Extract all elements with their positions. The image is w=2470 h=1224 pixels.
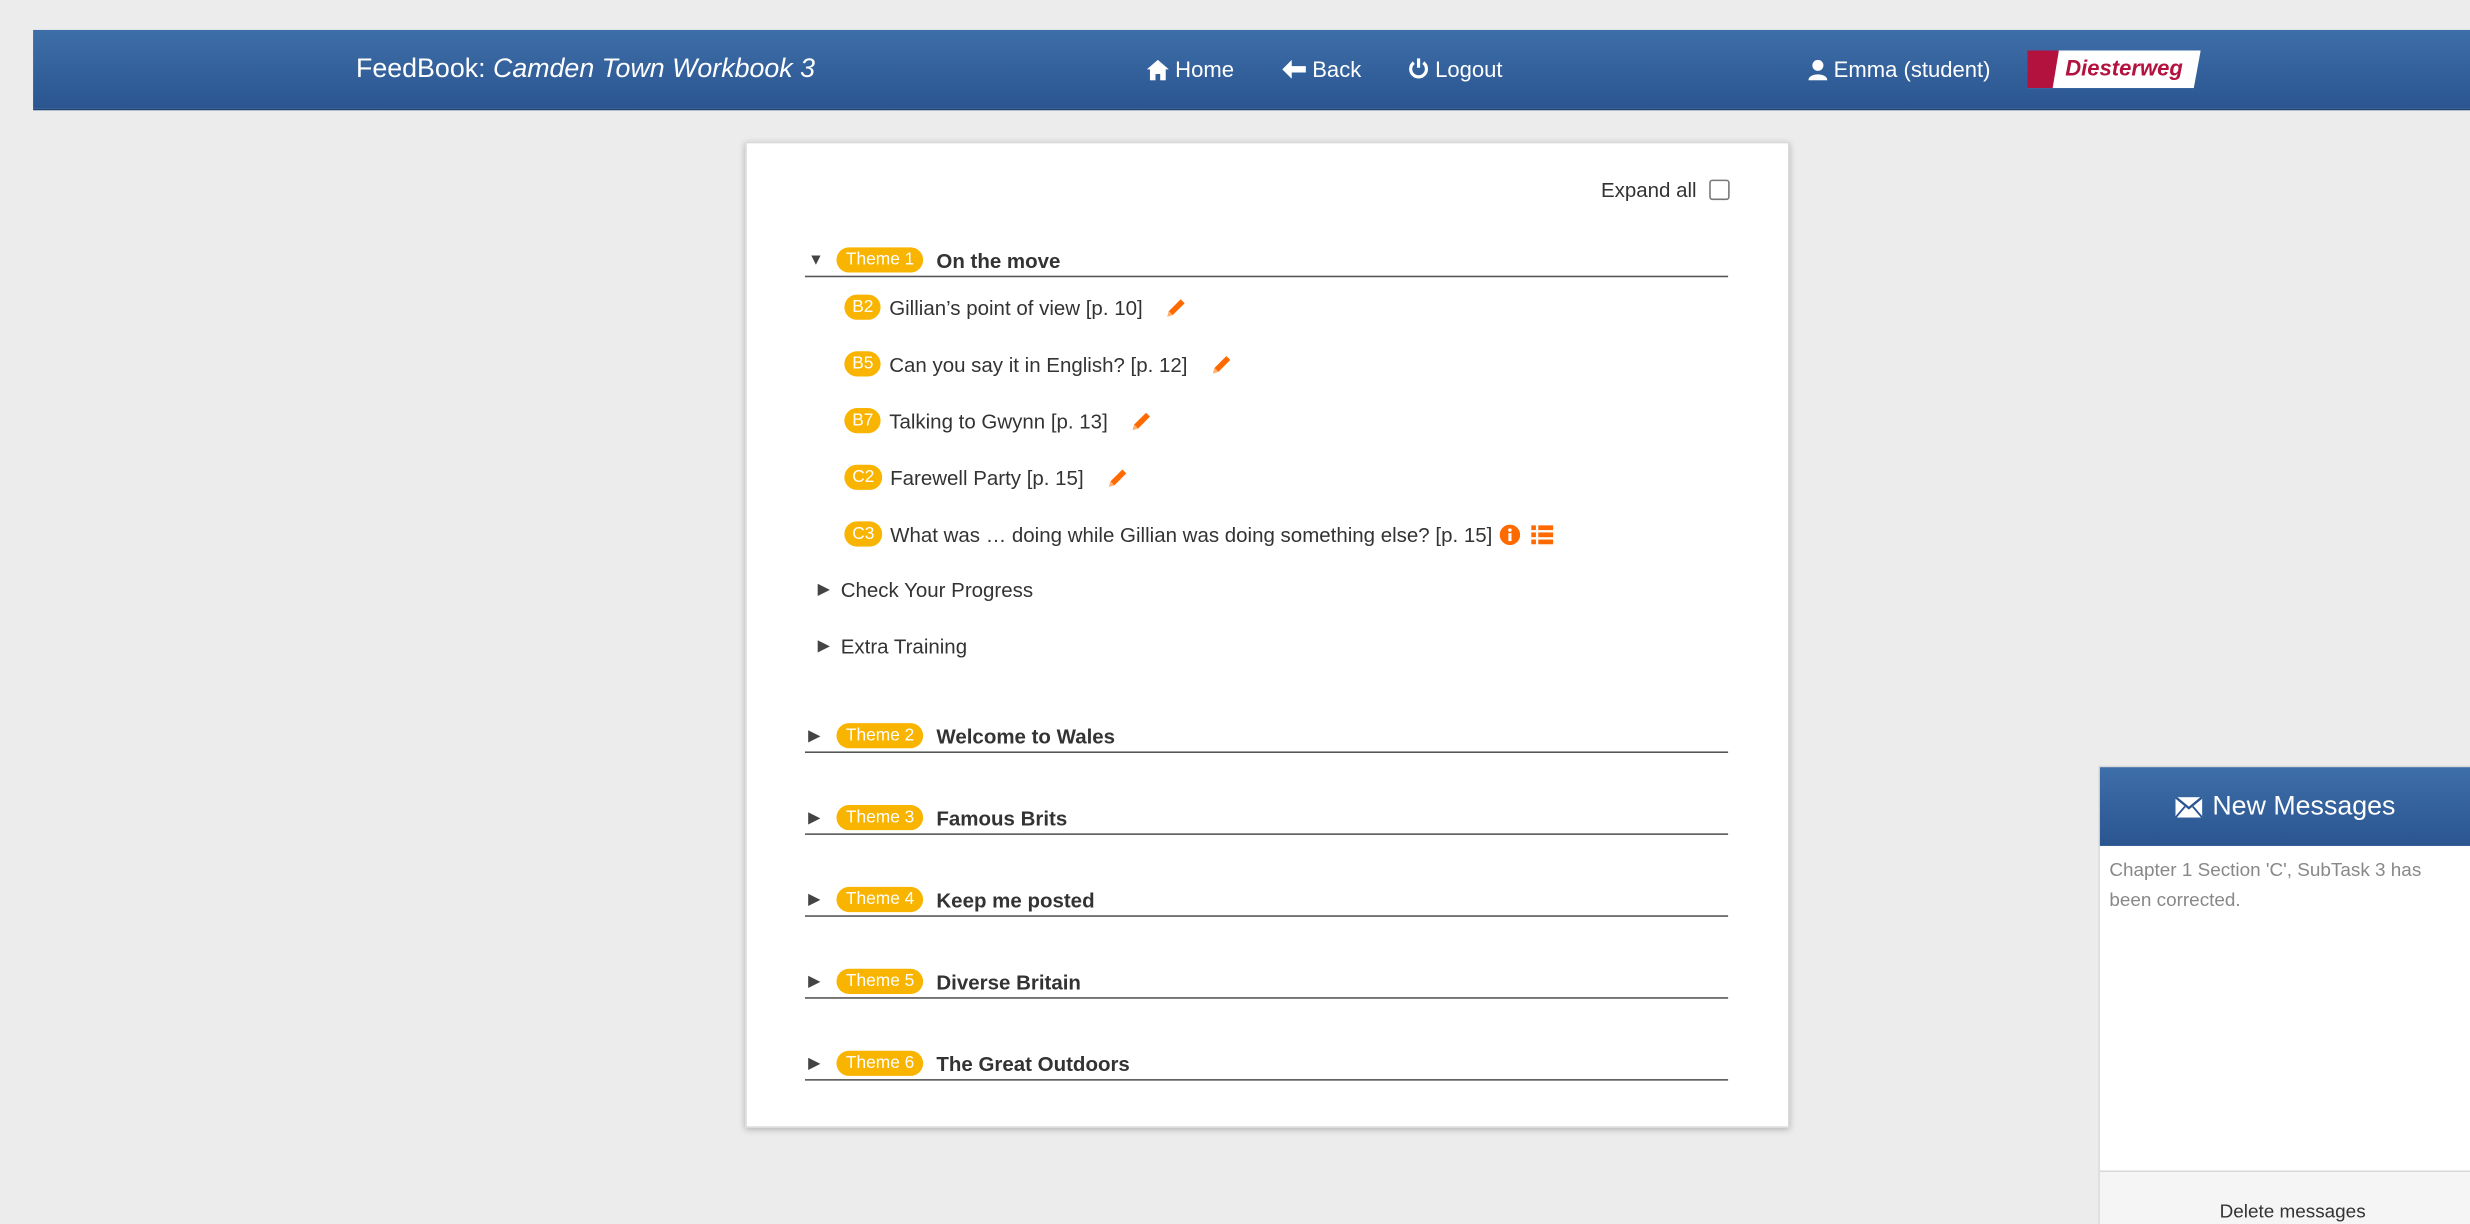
envelope-icon xyxy=(2176,796,2203,817)
info-icon[interactable] xyxy=(1500,523,1521,545)
messages-title: New Messages xyxy=(2212,790,2396,821)
delete-messages-button[interactable]: Delete messages xyxy=(2220,1200,2366,1222)
caret-right-icon: ▶ xyxy=(808,890,821,909)
pencil-icon[interactable] xyxy=(1210,352,1234,376)
logout-label: Logout xyxy=(1435,56,1503,82)
theme-header-6[interactable]: ▶ Theme 6 The Great Outdoors xyxy=(804,1048,1729,1081)
toc-card: Expand all ▼ Theme 1 On the move B2 Gill… xyxy=(745,141,1790,1128)
caret-right-icon: ▶ xyxy=(808,727,821,745)
caret-right-icon: ▶ xyxy=(808,972,821,991)
message-item: Chapter 1 Section 'C', SubTask 3 has bee… xyxy=(2109,858,2422,911)
task-badge: C2 xyxy=(844,464,883,490)
home-label: Home xyxy=(1175,56,1235,82)
theme-header-3[interactable]: ▶ Theme 3 Famous Brits xyxy=(804,802,1729,835)
app-title: FeedBook: Camden Town Workbook 3 xyxy=(356,54,815,86)
task-item-c3[interactable]: C3 What was … doing while Gillian was do… xyxy=(844,521,1554,547)
section-check-your-progress[interactable]: ▶ Check Your Progress xyxy=(818,578,1034,602)
theme-badge: Theme 6 xyxy=(836,1050,924,1076)
logo-text: Diesterweg xyxy=(2065,55,2183,81)
theme-title: Famous Brits xyxy=(936,805,1068,830)
caret-right-icon: ▶ xyxy=(808,808,821,827)
expand-all-control[interactable]: Expand all xyxy=(1601,178,1730,202)
task-title: What was … doing while Gillian was doing… xyxy=(890,522,1493,546)
user-name: Emma (student) xyxy=(1833,56,1991,82)
theme-header-4[interactable]: ▶ Theme 4 Keep me posted xyxy=(804,884,1729,917)
task-item-b5[interactable]: B5 Can you say it in English? [p. 12] xyxy=(844,351,1234,377)
section-title: Check Your Progress xyxy=(840,578,1034,602)
user-menu[interactable]: Emma (student) xyxy=(1808,56,1991,82)
messages-header: New Messages xyxy=(2099,767,2470,846)
arrow-left-icon xyxy=(1282,59,1306,79)
theme-title: Keep me posted xyxy=(936,887,1095,912)
theme-title: Welcome to Wales xyxy=(936,723,1116,748)
section-extra-training[interactable]: ▶ Extra Training xyxy=(818,635,968,659)
pencil-icon[interactable] xyxy=(1165,295,1189,319)
task-badge: B5 xyxy=(844,351,882,377)
theme-badge: Theme 2 xyxy=(836,723,924,749)
caret-right-icon: ▶ xyxy=(817,637,830,656)
power-icon xyxy=(1409,58,1428,79)
publisher-logo: Diesterweg xyxy=(2027,50,2201,89)
pencil-icon[interactable] xyxy=(1130,409,1154,433)
caret-right-icon: ▶ xyxy=(808,1054,821,1072)
page: FeedBook: Camden Town Workbook 3 Home Ba… xyxy=(0,0,2470,1224)
back-label: Back xyxy=(1312,56,1362,82)
task-badge: B7 xyxy=(844,408,882,434)
theme-header-2[interactable]: ▶ Theme 2 Welcome to Wales xyxy=(804,720,1729,753)
home-link[interactable]: Home xyxy=(1146,56,1235,82)
theme-header-1[interactable]: ▼ Theme 1 On the move xyxy=(804,244,1729,278)
messages-footer: Delete messages xyxy=(2099,1170,2470,1224)
task-item-b7[interactable]: B7 Talking to Gwynn [p. 13] xyxy=(844,408,1154,434)
section-title: Extra Training xyxy=(840,634,968,659)
back-link[interactable]: Back xyxy=(1282,57,1361,82)
messages-panel: New Messages Chapter 1 Section 'C', SubT… xyxy=(2098,765,2470,1224)
theme-badge: Theme 5 xyxy=(836,968,924,995)
theme-badge: Theme 4 xyxy=(836,886,924,913)
task-title: Talking to Gwynn [p. 13] xyxy=(889,408,1108,433)
logo-mark xyxy=(2027,50,2059,89)
task-title: Farewell Party [p. 15] xyxy=(890,465,1084,490)
expand-all-label: Expand all xyxy=(1600,178,1697,202)
theme-badge: Theme 3 xyxy=(836,804,924,831)
task-item-c2[interactable]: C2 Farewell Party [p. 15] xyxy=(844,464,1130,490)
task-item-b2[interactable]: B2 Gillian’s point of view [p. 10] xyxy=(844,294,1189,320)
task-badge: B2 xyxy=(844,294,882,320)
theme-badge: Theme 1 xyxy=(836,247,924,273)
task-title: Can you say it in English? [p. 12] xyxy=(889,352,1188,376)
logout-link[interactable]: Logout xyxy=(1408,56,1503,82)
theme-title: On the move xyxy=(936,248,1061,272)
brand-prefix: FeedBook: xyxy=(356,53,493,84)
list-icon[interactable] xyxy=(1531,524,1554,544)
theme-header-5[interactable]: ▶ Theme 5 Diverse Britain xyxy=(804,966,1729,999)
caret-right-icon: ▶ xyxy=(817,581,830,599)
theme-title: Diverse Britain xyxy=(936,969,1081,994)
expand-all-checkbox[interactable] xyxy=(1709,179,1730,201)
top-navbar: FeedBook: Camden Town Workbook 3 Home Ba… xyxy=(33,29,2470,111)
theme-title: The Great Outdoors xyxy=(936,1051,1130,1076)
caret-down-icon: ▼ xyxy=(808,251,824,269)
user-icon xyxy=(1808,59,1828,80)
home-icon xyxy=(1146,59,1169,80)
task-title: Gillian’s point of view [p. 10] xyxy=(889,295,1143,319)
pencil-icon[interactable] xyxy=(1106,466,1130,490)
book-title: Camden Town Workbook 3 xyxy=(492,53,816,84)
task-badge: C3 xyxy=(844,521,883,547)
